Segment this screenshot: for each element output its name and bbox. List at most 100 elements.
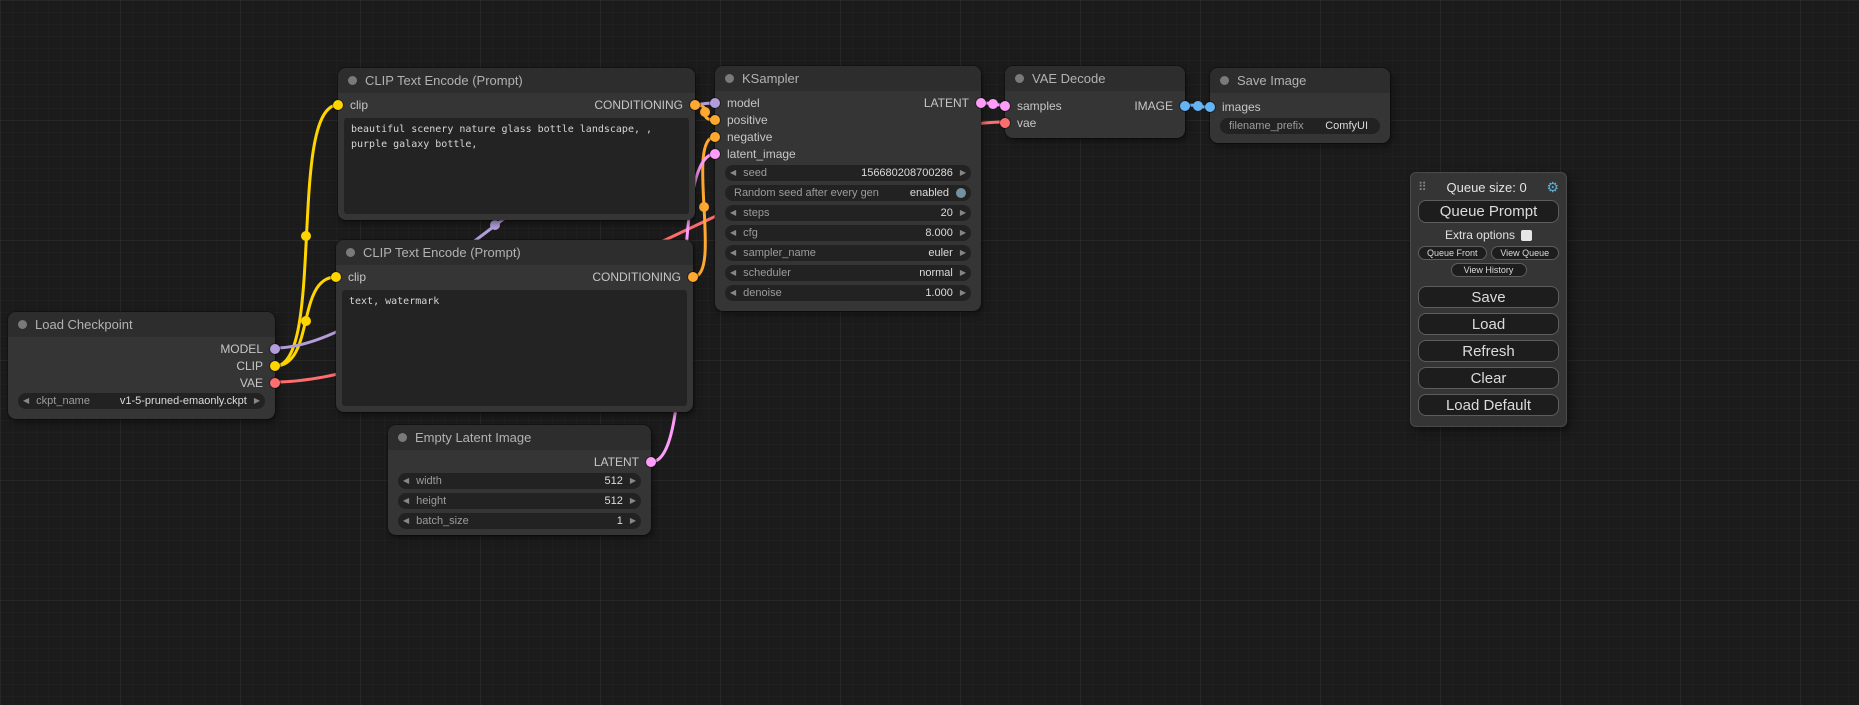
decrement-arrow-icon[interactable]: ◀ — [730, 229, 736, 237]
load-button[interactable]: Load — [1418, 313, 1559, 335]
widget-sampler-name[interactable]: ◀ sampler_name euler ▶ — [725, 245, 971, 261]
widget-cfg[interactable]: ◀ cfg 8.000 ▶ — [725, 225, 971, 241]
decrement-arrow-icon[interactable]: ◀ — [730, 269, 736, 277]
node-empty-latent-image[interactable]: Empty Latent Image LATENT ◀ width 512 ▶ … — [388, 425, 651, 535]
output-slot-label: LATENT — [924, 96, 969, 110]
increment-arrow-icon[interactable]: ▶ — [960, 269, 966, 277]
widget-scheduler[interactable]: ◀ scheduler normal ▶ — [725, 265, 971, 281]
node-title-bar[interactable]: Load Checkpoint — [8, 312, 275, 337]
increment-arrow-icon[interactable]: ▶ — [960, 249, 966, 257]
node-title-bar[interactable]: KSampler — [715, 66, 981, 91]
input-dot-images[interactable] — [1205, 102, 1215, 112]
decrement-arrow-icon[interactable]: ◀ — [730, 289, 736, 297]
input-dot-samples[interactable] — [1000, 101, 1010, 111]
link-midpoint-dot — [988, 99, 998, 109]
queue-front-button[interactable]: Queue Front — [1418, 246, 1487, 260]
drag-handle-icon[interactable]: ⠿ — [1418, 180, 1427, 194]
node-graph-canvas[interactable]: Load Checkpoint MODEL CLIP VAE ◀ ckpt — [0, 0, 1859, 705]
increment-arrow-icon[interactable]: ▶ — [960, 169, 966, 177]
slot-row: model LATENT — [715, 94, 981, 111]
input-dot-positive[interactable] — [710, 115, 720, 125]
settings-gear-icon[interactable]: ⚙ — [1546, 179, 1559, 196]
widget-random-seed-toggle[interactable]: Random seed after every gen enabled — [725, 185, 971, 201]
decrement-arrow-icon[interactable]: ◀ — [403, 477, 409, 485]
widget-width[interactable]: ◀ width 512 ▶ — [398, 473, 641, 489]
decrement-arrow-icon[interactable]: ◀ — [730, 249, 736, 257]
increment-arrow-icon[interactable]: ▶ — [630, 517, 636, 525]
collapse-dot[interactable] — [18, 320, 27, 329]
input-dot-clip[interactable] — [333, 100, 343, 110]
output-dot-conditioning[interactable] — [690, 100, 700, 110]
view-queue-button[interactable]: View Queue — [1491, 246, 1560, 260]
decrement-arrow-icon[interactable]: ◀ — [730, 169, 736, 177]
node-title-bar[interactable]: CLIP Text Encode (Prompt) — [336, 240, 693, 265]
input-dot-model[interactable] — [710, 98, 720, 108]
widget-value: 20 — [941, 207, 953, 219]
node-save-image[interactable]: Save Image images filename_prefix ComfyU… — [1210, 68, 1390, 143]
prompt-textarea[interactable]: text, watermark — [342, 290, 687, 406]
output-dot-vae[interactable] — [270, 378, 280, 388]
decrement-arrow-icon[interactable]: ◀ — [23, 397, 29, 405]
collapse-dot[interactable] — [725, 74, 734, 83]
increment-arrow-icon[interactable]: ▶ — [630, 477, 636, 485]
widget-denoise[interactable]: ◀ denoise 1.000 ▶ — [725, 285, 971, 301]
queue-prompt-button[interactable]: Queue Prompt — [1418, 200, 1559, 223]
increment-arrow-icon[interactable]: ▶ — [254, 397, 260, 405]
increment-arrow-icon[interactable]: ▶ — [960, 229, 966, 237]
collapse-dot[interactable] — [1220, 76, 1229, 85]
save-button[interactable]: Save — [1418, 286, 1559, 308]
prompt-textarea[interactable]: beautiful scenery nature glass bottle la… — [344, 118, 689, 214]
queue-size-label: Queue size: 0 — [1427, 180, 1547, 195]
widget-name: scheduler — [743, 267, 791, 279]
input-slot-label: clip — [348, 270, 366, 284]
collapse-dot[interactable] — [398, 433, 407, 442]
widget-filename-prefix[interactable]: filename_prefix ComfyUI — [1220, 118, 1380, 134]
toggle-knob-icon[interactable] — [956, 188, 966, 198]
node-load-checkpoint[interactable]: Load Checkpoint MODEL CLIP VAE ◀ ckpt — [8, 312, 275, 419]
node-clip-text-encode-negative[interactable]: CLIP Text Encode (Prompt) clip CONDITION… — [336, 240, 693, 412]
node-title-bar[interactable]: CLIP Text Encode (Prompt) — [338, 68, 695, 93]
widget-name: ckpt_name — [36, 395, 90, 407]
decrement-arrow-icon[interactable]: ◀ — [730, 209, 736, 217]
slot-row: samples IMAGE — [1005, 97, 1185, 114]
decrement-arrow-icon[interactable]: ◀ — [403, 517, 409, 525]
widget-batch-size[interactable]: ◀ batch_size 1 ▶ — [398, 513, 641, 529]
extra-options-checkbox[interactable] — [1521, 230, 1532, 241]
output-slot-label: CONDITIONING — [594, 98, 683, 112]
input-dot-latent-image[interactable] — [710, 149, 720, 159]
node-vae-decode[interactable]: VAE Decode samples IMAGE vae — [1005, 66, 1185, 138]
widget-seed[interactable]: ◀ seed 156680208700286 ▶ — [725, 165, 971, 181]
output-dot-latent[interactable] — [646, 457, 656, 467]
input-slot-label: latent_image — [727, 147, 796, 161]
view-history-button[interactable]: View History — [1451, 263, 1527, 277]
node-clip-text-encode-positive[interactable]: CLIP Text Encode (Prompt) clip CONDITION… — [338, 68, 695, 220]
output-dot-latent[interactable] — [976, 98, 986, 108]
input-dot-vae[interactable] — [1000, 118, 1010, 128]
input-slot-label: samples — [1017, 99, 1062, 113]
output-slot-label: VAE — [240, 376, 263, 390]
output-dot-model[interactable] — [270, 344, 280, 354]
node-title-bar[interactable]: Empty Latent Image — [388, 425, 651, 450]
node-ksampler[interactable]: KSampler model LATENT positive negative … — [715, 66, 981, 311]
widget-height[interactable]: ◀ height 512 ▶ — [398, 493, 641, 509]
collapse-dot[interactable] — [348, 76, 357, 85]
refresh-button[interactable]: Refresh — [1418, 340, 1559, 362]
node-title-bar[interactable]: VAE Decode — [1005, 66, 1185, 91]
clear-button[interactable]: Clear — [1418, 367, 1559, 389]
decrement-arrow-icon[interactable]: ◀ — [403, 497, 409, 505]
widget-ckpt-name[interactable]: ◀ ckpt_name v1-5-pruned-emaonly.ckpt ▶ — [18, 393, 265, 409]
input-dot-clip[interactable] — [331, 272, 341, 282]
widget-steps[interactable]: ◀ steps 20 ▶ — [725, 205, 971, 221]
input-dot-negative[interactable] — [710, 132, 720, 142]
collapse-dot[interactable] — [346, 248, 355, 257]
output-dot-image[interactable] — [1180, 101, 1190, 111]
increment-arrow-icon[interactable]: ▶ — [630, 497, 636, 505]
node-title: Empty Latent Image — [415, 430, 531, 445]
load-default-button[interactable]: Load Default — [1418, 394, 1559, 416]
output-dot-conditioning[interactable] — [688, 272, 698, 282]
increment-arrow-icon[interactable]: ▶ — [960, 289, 966, 297]
output-dot-clip[interactable] — [270, 361, 280, 371]
collapse-dot[interactable] — [1015, 74, 1024, 83]
increment-arrow-icon[interactable]: ▶ — [960, 209, 966, 217]
node-title-bar[interactable]: Save Image — [1210, 68, 1390, 93]
